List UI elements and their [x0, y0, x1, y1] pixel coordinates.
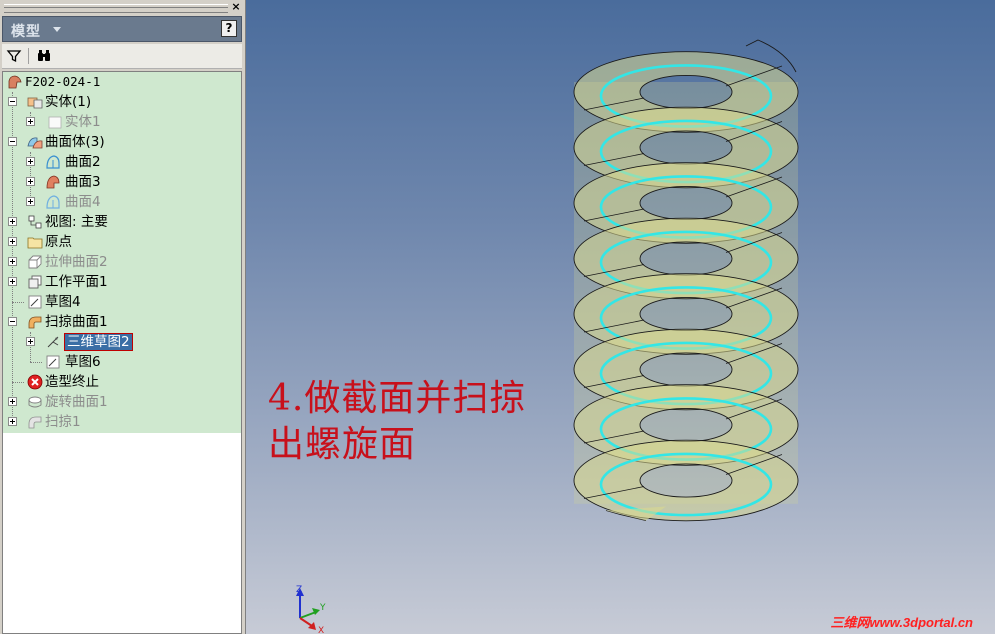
collapse-icon[interactable] — [8, 317, 17, 326]
panel-close-button[interactable]: × — [230, 1, 242, 13]
tree-item-label: 造型终止 — [45, 374, 99, 390]
part-icon — [7, 74, 23, 90]
x-axis — [299, 617, 313, 627]
model-browser-panel: × 模型 ? F202-024-1 实体(1) 实体1 曲面体(3) 曲面2 曲… — [0, 0, 246, 634]
expand-icon[interactable] — [26, 157, 35, 166]
solid-bodies-icon — [27, 94, 43, 110]
sketch-icon — [27, 294, 43, 310]
surface-icon — [45, 174, 61, 190]
coordinate-axis-indicator: Z Y X — [296, 585, 326, 634]
sweep-icon — [27, 314, 43, 330]
tree-connector — [12, 382, 24, 383]
tree-connector — [12, 302, 24, 303]
expand-icon[interactable] — [26, 117, 35, 126]
expand-icon[interactable] — [8, 397, 17, 406]
tree-item-label: 实体(1) — [45, 94, 92, 110]
surface-icon — [45, 154, 61, 170]
work-plane-icon — [27, 274, 43, 290]
stop-icon — [27, 374, 43, 390]
browser-toolbar — [2, 44, 242, 69]
expand-icon[interactable] — [8, 257, 17, 266]
tree-item-label: 拉伸曲面2 — [45, 254, 108, 270]
helical-surface-model[interactable] — [246, 0, 995, 634]
watermark: 三维网www.3dportal.cn — [830, 615, 973, 630]
model-tree: F202-024-1 实体(1) 实体1 曲面体(3) 曲面2 曲面3 曲面4 … — [2, 71, 242, 634]
tree-item-label: 工作平面1 — [45, 274, 108, 290]
toolbar-separator — [28, 48, 29, 64]
binoculars-icon[interactable] — [36, 48, 52, 64]
tree-item-label: 曲面3 — [65, 174, 101, 190]
tree-connector — [30, 362, 42, 363]
extrude-icon — [27, 254, 43, 270]
panel-grip[interactable] — [4, 4, 228, 13]
collapse-icon[interactable] — [8, 97, 17, 106]
filter-icon[interactable] — [6, 48, 22, 64]
revolve-icon — [27, 394, 43, 410]
tree-item-label: 曲面4 — [65, 194, 101, 210]
solid-body-icon — [47, 114, 63, 130]
sketch-icon — [45, 354, 61, 370]
collapse-icon[interactable] — [8, 137, 17, 146]
expand-icon[interactable] — [8, 237, 17, 246]
caption-line-1: 4.做截面并扫掠 — [268, 378, 527, 419]
y-axis — [299, 611, 317, 619]
panel-title[interactable]: 模型 — [11, 21, 41, 41]
tree-item-label: 扫掠曲面1 — [45, 314, 108, 330]
sweep-icon — [27, 414, 43, 430]
panel-header[interactable]: 模型 ? — [2, 16, 242, 42]
help-button[interactable]: ? — [221, 20, 237, 37]
tree-item-label: 草图4 — [45, 294, 81, 310]
expand-icon[interactable] — [8, 217, 17, 226]
surface-bodies-icon — [27, 134, 43, 150]
expand-icon[interactable] — [8, 417, 17, 426]
tree-item-label: 旋转曲面1 — [45, 394, 108, 410]
folder-icon — [27, 234, 43, 250]
chevron-down-icon[interactable] — [53, 27, 61, 32]
x-axis-label: X — [318, 626, 324, 634]
tree-item-label: 草图6 — [65, 354, 101, 370]
expand-icon[interactable] — [8, 277, 17, 286]
tree-item-label-selected: 三维草图2 — [64, 333, 133, 351]
surface-icon — [45, 194, 61, 210]
expand-icon[interactable] — [26, 177, 35, 186]
y-axis-label: Y — [319, 603, 326, 613]
z-axis-label: Z — [296, 585, 302, 595]
tree-item-label: 实体1 — [65, 114, 101, 130]
tree-item-label: 曲面2 — [65, 154, 101, 170]
tree-item-label: 视图: 主要 — [45, 214, 108, 230]
tutorial-caption: 4.做截面并扫掠 出螺旋面 — [268, 376, 526, 468]
view-icon — [27, 214, 43, 230]
tree-item-label: 曲面体(3) — [45, 134, 105, 150]
expand-icon[interactable] — [26, 337, 35, 346]
caption-line-2: 出螺旋面 — [268, 424, 417, 465]
graphics-viewport[interactable]: 4.做截面并扫掠 出螺旋面 Z Y X 三维网www.3dportal.cn — [246, 0, 995, 634]
tree-item-label: 扫掠1 — [45, 414, 81, 430]
expand-icon[interactable] — [26, 197, 35, 206]
tree-item-label: 原点 — [45, 234, 72, 250]
tree-item-label: F202-024-1 — [25, 74, 101, 89]
3d-sketch-icon — [45, 334, 61, 350]
